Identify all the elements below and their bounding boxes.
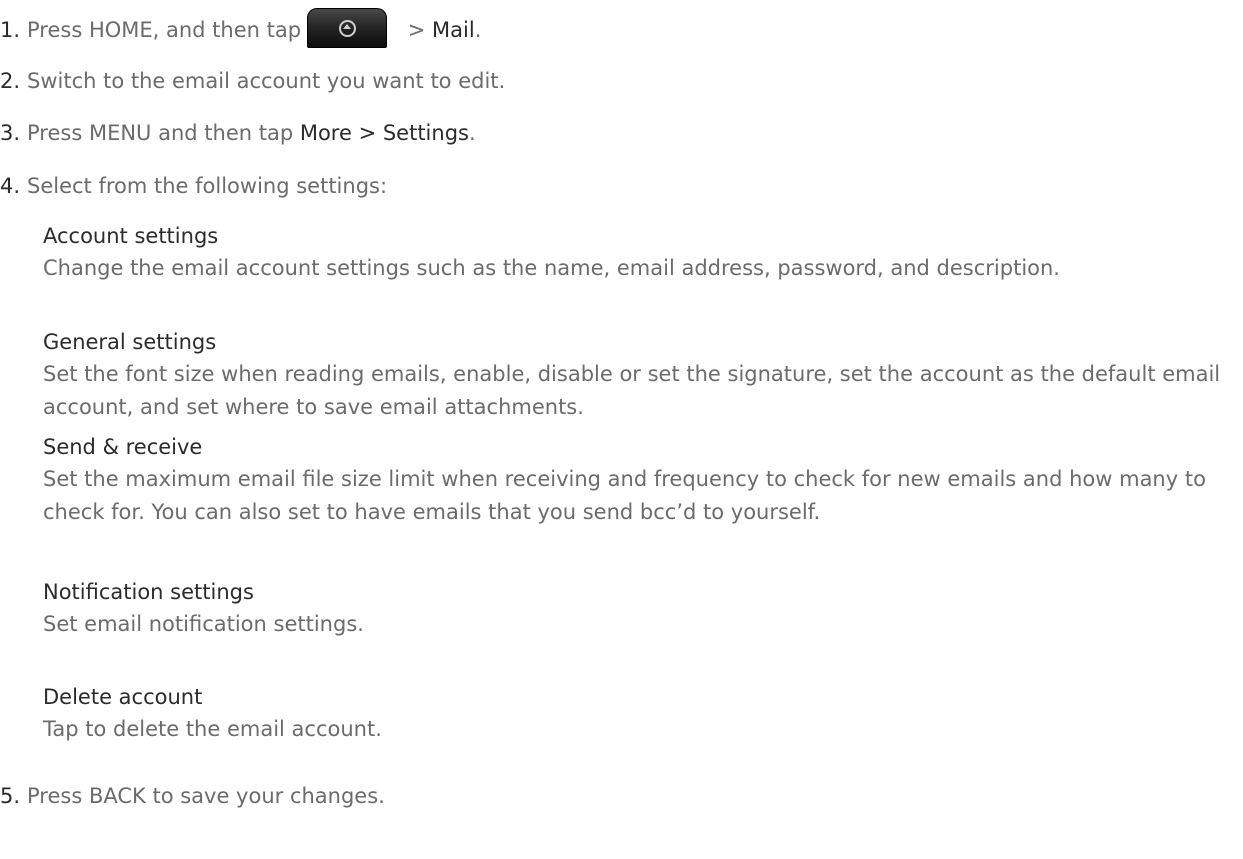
step-number: 3. (0, 121, 21, 145)
step-1: 1. Press HOME, and then tap > Mail. (0, 8, 482, 48)
more-settings-label: More > Settings (299, 121, 469, 145)
setting-title-account: Account settings (43, 224, 219, 248)
step-punctuation: . (468, 121, 476, 145)
mail-label: Mail (432, 18, 475, 42)
setting-title-notification: Notification settings (43, 580, 254, 604)
step-number: 2. (0, 69, 21, 93)
all-apps-launcher-icon (307, 8, 388, 48)
step-text: Press BACK to save your changes. (27, 784, 385, 808)
step-text: Select from the following settings: (27, 174, 388, 198)
step-number: 1. (0, 18, 21, 42)
step-punctuation: . (474, 18, 482, 42)
step-number: 5. (0, 784, 21, 808)
setting-title-general: General settings (43, 330, 217, 354)
step-text: Press MENU and then tap (27, 121, 300, 145)
setting-desc-account: Change the email account settings such a… (43, 256, 1060, 280)
setting-desc-general: Set the font size when reading emails, e… (43, 362, 1221, 419)
step-4: 4. Select from the following settings: (0, 172, 387, 200)
up-arrow-shape (343, 24, 352, 29)
step-separator: > (401, 18, 433, 42)
step-3: 3. Press MENU and then tap More > Setting… (0, 119, 476, 147)
setting-desc-send-receive: Set the maximum email file size limit wh… (43, 467, 1206, 524)
setting-desc-notification: Set email notification settings. (43, 612, 364, 636)
setting-title-delete: Delete account (43, 685, 203, 709)
step-5: 5. Press BACK to save your changes. (0, 782, 385, 810)
step-2: 2. Switch to the email account you want t… (0, 67, 505, 95)
step-number: 4. (0, 174, 21, 198)
step-text: Switch to the email account you want to … (27, 69, 506, 93)
setting-desc-delete: Tap to delete the email account. (43, 717, 382, 741)
setting-title-send-receive: Send & receive (43, 435, 203, 459)
step-text: Press HOME, and then tap (27, 18, 302, 42)
